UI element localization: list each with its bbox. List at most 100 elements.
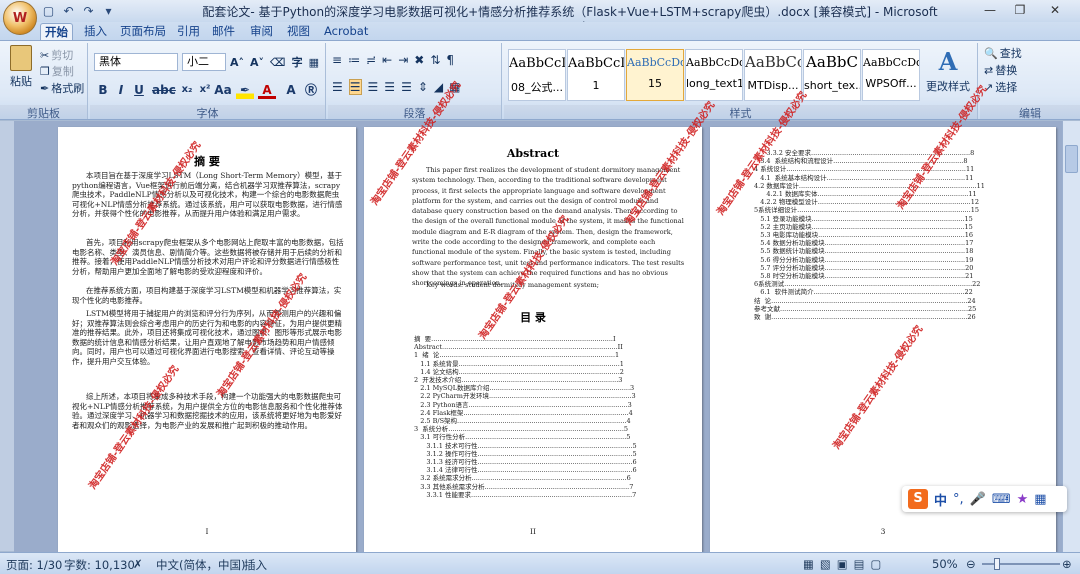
qat-dropdown-icon[interactable]: ▾ [100, 3, 117, 20]
toc-entry[interactable]: 5.2 主页功能模块..............................… [754, 223, 1044, 231]
toc-entry[interactable]: 1.1 系统背景................................… [414, 360, 686, 368]
toolbox-icon[interactable]: ▦ [1034, 492, 1046, 507]
zoom-slider-thumb[interactable] [994, 558, 1000, 570]
toc-entry[interactable]: 2 开发技术介绍................................… [414, 376, 686, 384]
web-layout-icon[interactable]: ▣ [837, 557, 848, 571]
tab-references[interactable]: 引用 [173, 23, 204, 40]
font-name-combo[interactable]: 黑体 [94, 53, 178, 71]
style-gallery-item[interactable]: AaBbCcI 08_公式... [508, 49, 566, 101]
zoom-in-icon[interactable]: ⊕ [1062, 557, 1072, 571]
office-button[interactable]: W [3, 1, 37, 35]
tab-acrobat[interactable]: Acrobat [320, 23, 372, 40]
zoom-level[interactable]: 50% [932, 557, 958, 571]
subscript-button[interactable]: x₂ [178, 81, 196, 99]
tab-review[interactable]: 审阅 [246, 23, 277, 40]
toc-entry[interactable]: 3.1.1 技术可行性.............................… [414, 442, 686, 450]
show-marks-icon[interactable]: ¶ [446, 53, 454, 67]
style-gallery-item[interactable]: AaBbCcDd long_text1 [685, 49, 743, 101]
font-size-combo[interactable]: 小二 [182, 53, 226, 71]
select-button[interactable]: ↗ 选择 [984, 79, 1017, 95]
toc-entry[interactable]: 3.3.2 安全要求..............................… [754, 149, 1044, 157]
toc-entry[interactable]: 3.1.2 操作可行性.............................… [414, 450, 686, 458]
toc-entry[interactable]: 2.4 Flask框架.............................… [414, 409, 686, 417]
tab-mailings[interactable]: 邮件 [208, 23, 239, 40]
keyboard-icon[interactable]: ⌨ [992, 492, 1011, 507]
scroll-thumb[interactable] [1065, 145, 1078, 173]
toc-entry[interactable]: 1.4 论文结构................................… [414, 368, 686, 376]
sort-icon[interactable]: ⇅ [430, 53, 440, 67]
multilevel-list-icon[interactable]: ≓ [366, 53, 376, 67]
toc-entry[interactable]: 6.1 软件测试简介..............................… [754, 288, 1044, 296]
tab-insert[interactable]: 插入 [80, 23, 111, 40]
toc-entry[interactable]: 1 绪 论...................................… [414, 351, 686, 359]
style-gallery-item[interactable]: AaBbCcI 1 [567, 49, 625, 101]
toc-entry[interactable]: 3.3 其他系统需求分析............................… [414, 483, 686, 491]
close-button[interactable]: ✕ [1040, 0, 1070, 20]
outline-view-icon[interactable]: ▤ [854, 557, 865, 571]
insert-mode[interactable]: 插入 [244, 557, 267, 573]
toc-entry[interactable]: 3.2 系统需求分析..............................… [414, 474, 686, 482]
toc-entry[interactable]: 参考文献....................................… [754, 305, 1044, 313]
grow-font-icon[interactable]: A˄ [230, 56, 244, 69]
page-count[interactable]: 页面: 1/30 [6, 557, 62, 573]
style-gallery-item[interactable]: AaBbCcDd WPSOff... [862, 49, 920, 101]
cut-button[interactable]: ✂ 剪切 [40, 47, 73, 63]
undo-icon[interactable]: ↶ [60, 3, 77, 20]
copy-button[interactable]: ❐ 复制 [40, 63, 74, 79]
find-button[interactable]: 🔍 查找 [984, 45, 1022, 61]
tab-home[interactable]: 开始 [40, 23, 73, 40]
tab-page-layout[interactable]: 页面布局 [116, 23, 170, 40]
toc-entry[interactable]: 致 谢.....................................… [754, 313, 1044, 321]
toc-entry[interactable]: 2.2 PyCharm开发环境.........................… [414, 392, 686, 400]
toc-entry[interactable]: 3.3.1 性能要求..............................… [414, 491, 686, 499]
underline-button[interactable]: U [130, 81, 148, 99]
change-case-button[interactable]: Aa [214, 81, 232, 99]
word-count[interactable]: 字数: 10,130 [64, 557, 135, 573]
bold-button[interactable]: B [94, 81, 112, 99]
full-screen-reading-icon[interactable]: ▧ [820, 557, 831, 571]
toc-entry[interactable]: 4 系统设计..................................… [754, 165, 1044, 173]
minimize-button[interactable]: — [975, 0, 1005, 20]
toc-entry[interactable]: 5.3 电影库功能模块.............................… [754, 231, 1044, 239]
chinese-layout-icon[interactable]: ✖ [414, 53, 424, 67]
draft-view-icon[interactable]: ▢ [871, 557, 882, 571]
input-mode-toggle[interactable]: 中 [934, 490, 947, 509]
distributed-icon[interactable]: ☰ [401, 80, 412, 94]
toc-entry[interactable]: 4.2 数据库设计...............................… [754, 182, 1044, 190]
style-gallery-item[interactable]: AaBbC short_tex... [803, 49, 861, 101]
language-indicator[interactable]: 中文(简体，中国) [156, 557, 245, 573]
format-painter-button[interactable]: ✒ 格式刷 [40, 80, 84, 96]
char-shading-icon[interactable]: A [282, 81, 300, 99]
align-center-icon[interactable]: ☰ [348, 79, 362, 95]
clear-format-icon[interactable]: ⌫ [270, 56, 286, 69]
zoom-out-icon[interactable]: ⊖ [966, 557, 976, 571]
skin-icon[interactable]: ★ [1017, 492, 1029, 507]
change-styles-button[interactable]: A 更改样式 [922, 47, 974, 94]
line-spacing-icon[interactable]: ⇕ [418, 80, 428, 94]
toc-entry[interactable]: 2.5 B/S架构...............................… [414, 417, 686, 425]
tab-view[interactable]: 视图 [283, 23, 314, 40]
toc-entry[interactable]: 摘 要.....................................… [414, 335, 686, 343]
style-gallery-item[interactable]: AaBbCcDd 15 [626, 49, 684, 101]
highlight-icon[interactable]: ✒ [236, 81, 254, 99]
toc-entry[interactable]: 5.6 得分分析功能模块............................… [754, 256, 1044, 264]
sogou-logo-icon[interactable]: S [908, 489, 928, 509]
toc-entry[interactable]: 2.3 Python语言............................… [414, 401, 686, 409]
microphone-icon[interactable]: 🎤 [970, 492, 986, 507]
superscript-button[interactable]: x² [196, 81, 214, 99]
strikethrough-button[interactable]: abc [152, 81, 176, 99]
maximize-button[interactable]: ❐ [1005, 0, 1035, 20]
font-color-icon[interactable]: A [258, 81, 276, 99]
justify-icon[interactable]: ☰ [384, 80, 395, 94]
decrease-indent-icon[interactable]: ⇤ [382, 53, 392, 67]
char-border-icon[interactable]: ▦ [309, 56, 319, 69]
italic-button[interactable]: I [112, 81, 130, 99]
bullets-icon[interactable]: ≡ [332, 53, 342, 67]
shrink-font-icon[interactable]: A˅ [250, 56, 264, 69]
redo-icon[interactable]: ↷ [80, 3, 97, 20]
spellcheck-icon[interactable]: ✗ [133, 557, 143, 571]
align-right-icon[interactable]: ☰ [368, 80, 379, 94]
punctuation-icon[interactable]: °, [953, 492, 964, 507]
toc-entry[interactable]: 4.1 系统基本结构设计............................… [754, 174, 1044, 182]
toc-entry[interactable]: 5.7 评分分析功能模块............................… [754, 264, 1044, 272]
